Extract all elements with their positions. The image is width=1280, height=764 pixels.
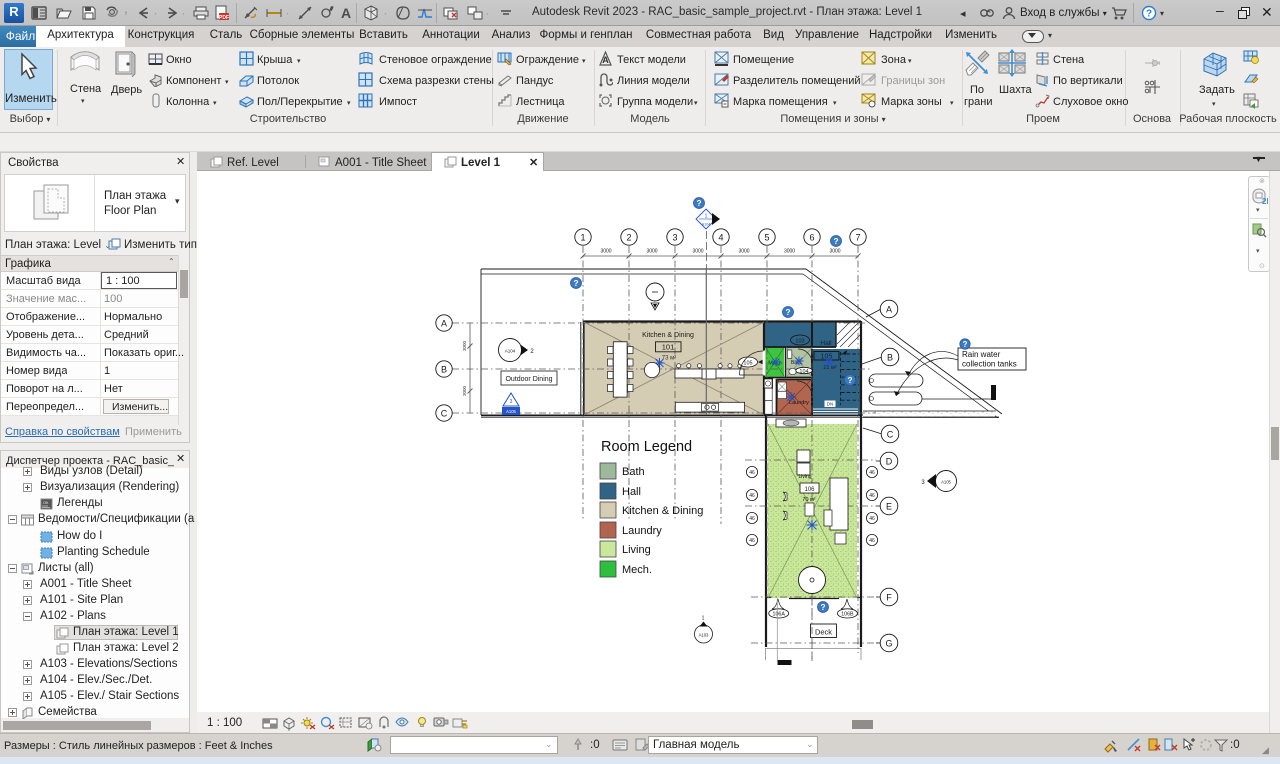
svg-text:73 м²: 73 м² bbox=[662, 356, 676, 362]
svg-text:?: ? bbox=[1146, 9, 1152, 20]
svg-text:3: 3 bbox=[672, 233, 677, 243]
svg-text:4: 4 bbox=[718, 233, 723, 243]
svg-text:103: 103 bbox=[795, 339, 804, 345]
svg-text:Mech.: Mech. bbox=[622, 564, 652, 576]
svg-text:Laundry: Laundry bbox=[622, 525, 662, 537]
svg-text:3000: 3000 bbox=[646, 249, 657, 255]
svg-text:C: C bbox=[887, 430, 894, 440]
svg-text:3: 3 bbox=[510, 399, 513, 405]
svg-text:PDF: PDF bbox=[219, 15, 229, 21]
svg-text:2: 2 bbox=[626, 233, 631, 243]
svg-text:104: 104 bbox=[799, 369, 808, 375]
svg-text:A: A bbox=[441, 319, 447, 329]
svg-text:A105: A105 bbox=[506, 409, 516, 414]
svg-text:collection tanks: collection tanks bbox=[962, 360, 1017, 369]
svg-text:Rain water: Rain water bbox=[962, 350, 1001, 359]
svg-text:1: 1 bbox=[705, 214, 708, 220]
svg-text:Hall: Hall bbox=[622, 486, 641, 498]
svg-text:46: 46 bbox=[749, 470, 755, 476]
svg-text:7: 7 bbox=[855, 233, 860, 243]
svg-text:ОК: ОК bbox=[43, 500, 49, 505]
svg-text:Outdoor Dining: Outdoor Dining bbox=[505, 376, 552, 383]
svg-text:G: G bbox=[885, 639, 892, 649]
svg-text:A104: A104 bbox=[505, 349, 516, 354]
svg-text:C: C bbox=[441, 409, 448, 419]
svg-text:?: ? bbox=[696, 199, 701, 208]
svg-text:46: 46 bbox=[749, 538, 755, 544]
svg-text:A104: A104 bbox=[702, 223, 711, 227]
svg-text:3: 3 bbox=[921, 480, 925, 486]
svg-text:A: A bbox=[602, 55, 609, 65]
svg-text:2: 2 bbox=[530, 349, 534, 355]
svg-text:Kitchen & Dining: Kitchen & Dining bbox=[622, 505, 703, 517]
svg-text:3000: 3000 bbox=[829, 249, 840, 255]
svg-text:?: ? bbox=[963, 340, 968, 349]
svg-text:46: 46 bbox=[869, 516, 875, 522]
svg-text:A: A bbox=[341, 5, 351, 21]
svg-text:Deck: Deck bbox=[815, 628, 832, 637]
svg-text:46: 46 bbox=[869, 470, 875, 476]
svg-text:46: 46 bbox=[749, 493, 755, 499]
svg-text:Living: Living bbox=[798, 474, 811, 480]
svg-text:A: A bbox=[886, 305, 892, 315]
svg-text:3000: 3000 bbox=[738, 249, 749, 255]
svg-text:2D: 2D bbox=[1262, 197, 1268, 206]
svg-text:D: D bbox=[886, 457, 893, 467]
svg-text:3000: 3000 bbox=[462, 340, 467, 351]
svg-text:Hall: Hall bbox=[820, 340, 832, 347]
svg-text:6: 6 bbox=[809, 233, 814, 243]
svg-text:3000: 3000 bbox=[784, 249, 795, 255]
svg-text:DN: DN bbox=[827, 402, 834, 407]
svg-text:46: 46 bbox=[869, 493, 875, 499]
svg-text:3000: 3000 bbox=[692, 249, 703, 255]
svg-text:E: E bbox=[886, 502, 892, 512]
svg-text:?: ? bbox=[820, 603, 825, 612]
svg-text:1: 1 bbox=[580, 233, 585, 243]
svg-text:?: ? bbox=[833, 237, 838, 246]
svg-text:106A: 106A bbox=[773, 612, 786, 618]
svg-text:46: 46 bbox=[749, 516, 755, 522]
svg-text:Room Legend: Room Legend bbox=[601, 439, 692, 455]
svg-text:B: B bbox=[441, 365, 447, 375]
svg-text:105: 105 bbox=[743, 361, 752, 367]
svg-text:?: ? bbox=[847, 376, 852, 385]
svg-text:5: 5 bbox=[764, 233, 769, 243]
svg-text:Bath: Bath bbox=[622, 466, 645, 478]
svg-text:3000: 3000 bbox=[462, 385, 467, 396]
svg-text:?: ? bbox=[785, 308, 790, 317]
svg-text:A103: A103 bbox=[699, 633, 709, 638]
svg-text:Laundry: Laundry bbox=[789, 400, 809, 406]
svg-text:106: 106 bbox=[804, 487, 815, 493]
svg-text:Living: Living bbox=[622, 544, 651, 556]
svg-text:3000: 3000 bbox=[600, 249, 611, 255]
svg-text:?: ? bbox=[573, 279, 578, 288]
svg-text:A105: A105 bbox=[941, 480, 951, 485]
svg-text:Kitchen & Dining: Kitchen & Dining bbox=[642, 332, 694, 339]
svg-text:46: 46 bbox=[869, 538, 875, 544]
svg-text:1: 1 bbox=[702, 616, 705, 622]
svg-text:B: B bbox=[887, 353, 893, 363]
svg-text:70 м²: 70 м² bbox=[802, 497, 815, 503]
svg-text:F: F bbox=[886, 593, 892, 603]
svg-text:106B: 106B bbox=[841, 612, 854, 618]
svg-text:101: 101 bbox=[662, 343, 675, 352]
